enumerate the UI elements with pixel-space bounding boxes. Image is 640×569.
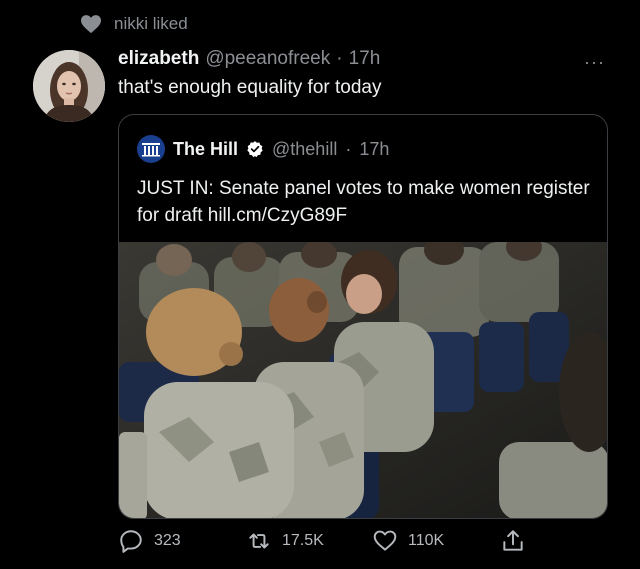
reply-button[interactable]: 323	[118, 528, 181, 554]
author-handle[interactable]: @peeanofreek	[205, 48, 330, 70]
avatar[interactable]	[33, 50, 105, 122]
quoted-tweet-header: The Hill @thehill · 17h	[137, 135, 389, 163]
verified-badge-icon	[247, 141, 263, 158]
activity-row: nikki liked	[80, 14, 188, 34]
separator-dot: ·	[336, 48, 343, 69]
like-button[interactable]: 110K	[372, 528, 444, 554]
share-button[interactable]	[500, 528, 536, 554]
retweet-count: 17.5K	[282, 532, 324, 549]
retweet-icon	[249, 533, 269, 549]
quoted-separator-dot: ·	[345, 138, 352, 159]
quoted-tweet-time[interactable]: 17h	[359, 139, 389, 160]
share-icon	[503, 530, 523, 551]
quoted-tweet-card[interactable]: The Hill @thehill · 17h JUST IN: Senate …	[118, 114, 608, 519]
avatar-image	[33, 50, 105, 122]
retweet-button[interactable]: 17.5K	[246, 528, 324, 554]
quoted-tweet-photo[interactable]	[119, 242, 608, 519]
the-hill-logo-icon	[137, 135, 165, 163]
tweet-text: that's enough equality for today	[118, 77, 382, 98]
tweet-actions: 323 17.5K 110K	[118, 528, 538, 558]
reply-icon	[120, 530, 142, 553]
quoted-author-handle[interactable]: @thehill	[272, 139, 337, 160]
like-count: 110K	[408, 532, 445, 549]
reply-count: 323	[154, 532, 181, 549]
quoted-author-name[interactable]: The Hill	[173, 139, 238, 160]
tweet-time[interactable]: 17h	[349, 48, 381, 70]
more-dots-icon[interactable]: ···	[584, 52, 605, 73]
tweet-header: elizabeth @peeanofreek · 17h	[118, 48, 380, 70]
activity-text: nikki liked	[114, 14, 188, 33]
quoted-tweet-text: JUST IN: Senate panel votes to make wome…	[137, 178, 590, 226]
author-name[interactable]: elizabeth	[118, 48, 199, 70]
like-icon	[373, 530, 397, 551]
heart-icon	[81, 15, 101, 34]
